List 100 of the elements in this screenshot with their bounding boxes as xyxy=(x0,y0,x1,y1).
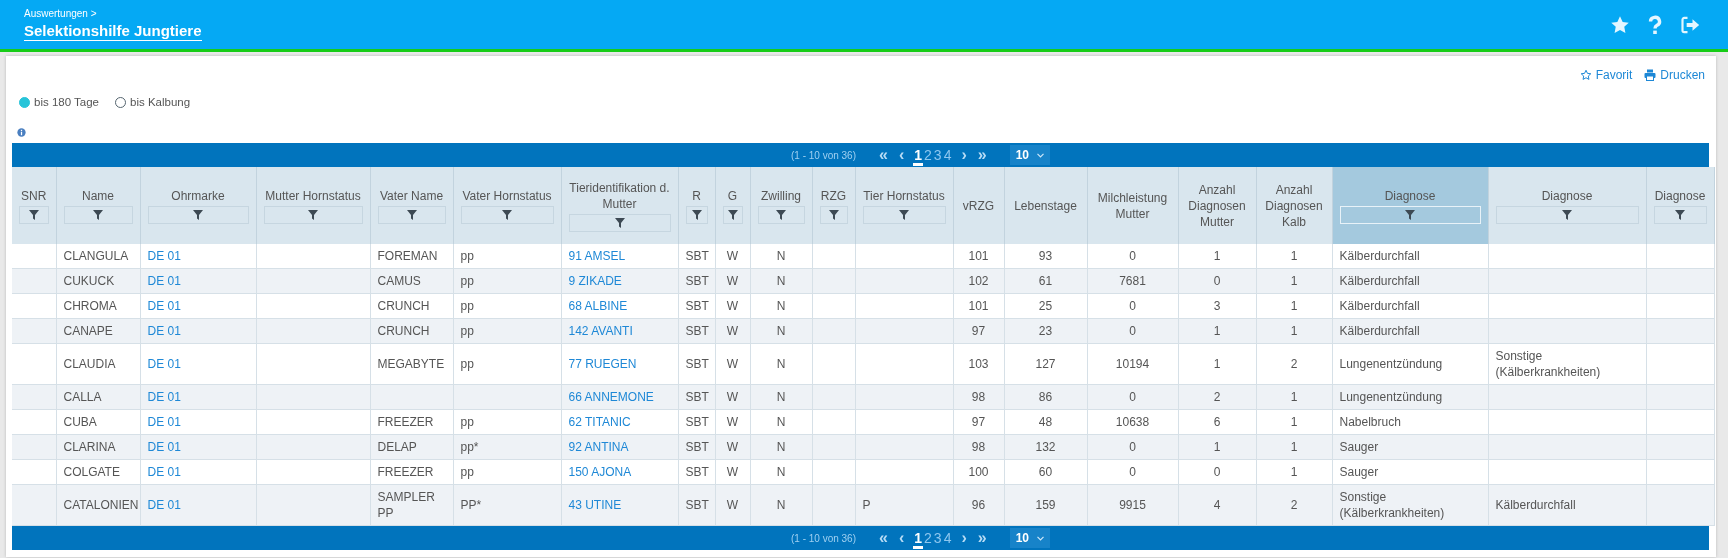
animal-link[interactable]: DE 01 xyxy=(147,465,181,479)
column-label: Tier Hornstatus xyxy=(862,187,946,204)
first-page-button[interactable]: « xyxy=(877,530,890,546)
first-page-button[interactable]: « xyxy=(877,147,890,163)
radio-label[interactable]: bis Kalbung xyxy=(130,96,191,108)
filter-field[interactable] xyxy=(722,205,743,224)
column-header[interactable]: Name xyxy=(56,167,140,244)
column-header[interactable]: Diagnose xyxy=(1488,167,1646,244)
column-header[interactable]: Tier Hornstatus xyxy=(855,167,953,244)
column-header[interactable]: Vater Name xyxy=(370,167,453,244)
page-button[interactable]: 1 xyxy=(913,527,924,549)
table-cell: Sonstige (Kälberkrankheiten) xyxy=(1488,343,1646,385)
next-page-button[interactable]: › xyxy=(959,530,969,546)
page-button[interactable]: 3 xyxy=(932,144,943,166)
star-icon[interactable] xyxy=(1610,14,1630,35)
column-header[interactable]: Lebenstage xyxy=(1004,167,1087,244)
help-icon[interactable] xyxy=(1648,14,1662,35)
filter-field[interactable] xyxy=(19,205,49,224)
table-cell: W xyxy=(715,343,750,385)
table-cell: Kälberdurchfall xyxy=(1332,318,1488,344)
animal-link[interactable]: DE 01 xyxy=(147,498,181,512)
column-header[interactable]: vRZG xyxy=(953,167,1004,244)
table-cell: 23 xyxy=(1004,318,1087,344)
column-header[interactable]: Milchleistung Mutter xyxy=(1087,167,1178,244)
logout-icon[interactable] xyxy=(1680,14,1700,35)
animal-link[interactable]: DE 01 xyxy=(147,324,181,338)
page-button[interactable]: 2 xyxy=(923,527,933,549)
table-cell: 60 xyxy=(1004,459,1087,485)
animal-link[interactable]: DE 01 xyxy=(147,440,181,454)
table-cell: pp xyxy=(453,343,561,385)
filter-icon xyxy=(899,209,909,220)
page-button[interactable]: 4 xyxy=(942,144,953,166)
radio-button[interactable] xyxy=(19,96,30,108)
table-cell: FREEZER xyxy=(370,459,453,485)
animal-link[interactable]: 91 AMSEL xyxy=(568,249,626,263)
column-header[interactable]: Anzahl Diagnosen Kalb xyxy=(1256,167,1332,244)
info-icon[interactable] xyxy=(17,128,26,137)
animal-link[interactable]: DE 01 xyxy=(147,249,181,263)
table-cell: 132 xyxy=(1004,434,1087,460)
column-header[interactable]: Anzahl Diagnosen Mutter xyxy=(1178,167,1256,244)
column-header[interactable]: SNR xyxy=(12,167,56,244)
filter-field[interactable] xyxy=(63,205,133,224)
radio-label[interactable]: bis 180 Tage xyxy=(34,96,99,108)
animal-link[interactable]: 68 ALBINE xyxy=(568,299,628,313)
breadcrumb[interactable]: Auswertungen > xyxy=(24,8,202,19)
column-header[interactable]: Zwilling xyxy=(750,167,812,244)
animal-link[interactable]: DE 01 xyxy=(147,274,181,288)
column-header[interactable]: Tieridentifikation d. Mutter xyxy=(561,167,678,244)
filter-field[interactable] xyxy=(568,213,671,232)
page-range: (1 - 10 von 36) xyxy=(790,532,856,544)
table-cell: Kälberdurchfall xyxy=(1332,268,1488,294)
page-size-select[interactable]: 10 xyxy=(1009,145,1051,165)
animal-link[interactable]: DE 01 xyxy=(147,415,181,429)
animal-link[interactable]: DE 01 xyxy=(147,357,181,371)
page-button[interactable]: 2 xyxy=(923,144,933,166)
last-page-button[interactable]: » xyxy=(975,530,989,546)
table-cell: CAMUS xyxy=(370,268,453,294)
animal-link[interactable]: DE 01 xyxy=(147,299,181,313)
table-cell: 2 xyxy=(1256,484,1332,526)
table-cell: MEGABYTE xyxy=(370,343,453,385)
filter-icon xyxy=(776,209,786,220)
filter-icon xyxy=(406,209,417,220)
filter-field[interactable] xyxy=(147,205,249,224)
last-page-button[interactable]: » xyxy=(975,147,989,163)
column-header[interactable]: RZG xyxy=(812,167,855,244)
table-cell: 0 xyxy=(1178,459,1256,485)
filter-field[interactable] xyxy=(685,205,708,224)
action-link[interactable]: Drucken xyxy=(1644,68,1705,82)
table-cell: 101 xyxy=(953,244,1004,269)
next-page-button[interactable]: › xyxy=(959,147,969,163)
filter-field[interactable] xyxy=(1653,205,1707,224)
column-header[interactable]: Vater Hornstatus xyxy=(453,167,561,244)
page-button[interactable]: 3 xyxy=(932,527,943,549)
animal-link[interactable]: 62 TITANIC xyxy=(568,415,631,429)
animal-link[interactable]: 150 AJONA xyxy=(568,465,632,479)
table-cell: CANAPE xyxy=(56,318,140,344)
previous-page-button[interactable]: ‹ xyxy=(896,147,907,163)
previous-page-button[interactable]: ‹ xyxy=(896,530,907,546)
page-button[interactable]: 4 xyxy=(942,527,953,549)
filter-field[interactable] xyxy=(460,205,554,224)
column-header[interactable]: R xyxy=(678,167,715,244)
filter-field[interactable] xyxy=(263,205,363,224)
column-header[interactable]: Ohrmarke xyxy=(140,167,256,244)
filter-field[interactable] xyxy=(377,205,446,224)
column-header[interactable]: Diagnose xyxy=(1646,167,1714,244)
column-header[interactable]: Diagnose xyxy=(1332,167,1488,244)
filter-field[interactable] xyxy=(819,205,848,224)
animal-link[interactable]: 77 RUEGEN xyxy=(568,357,637,371)
animal-link[interactable]: DE 01 xyxy=(147,390,181,404)
animal-link[interactable]: 43 UTINE xyxy=(568,498,622,512)
filter-field[interactable] xyxy=(1495,205,1639,224)
filter-field[interactable] xyxy=(862,205,946,224)
table-cell: pp* xyxy=(453,434,561,460)
column-header[interactable]: G xyxy=(715,167,750,244)
filter-field[interactable] xyxy=(757,205,805,224)
table-cell: 127 xyxy=(1004,343,1087,385)
column-label: Anzahl Diagnosen Mutter xyxy=(1187,181,1247,230)
action-link[interactable]: Favorit xyxy=(1579,68,1633,82)
page-size-select[interactable]: 10 xyxy=(1009,528,1051,548)
column-header[interactable]: Mutter Hornstatus xyxy=(256,167,370,244)
